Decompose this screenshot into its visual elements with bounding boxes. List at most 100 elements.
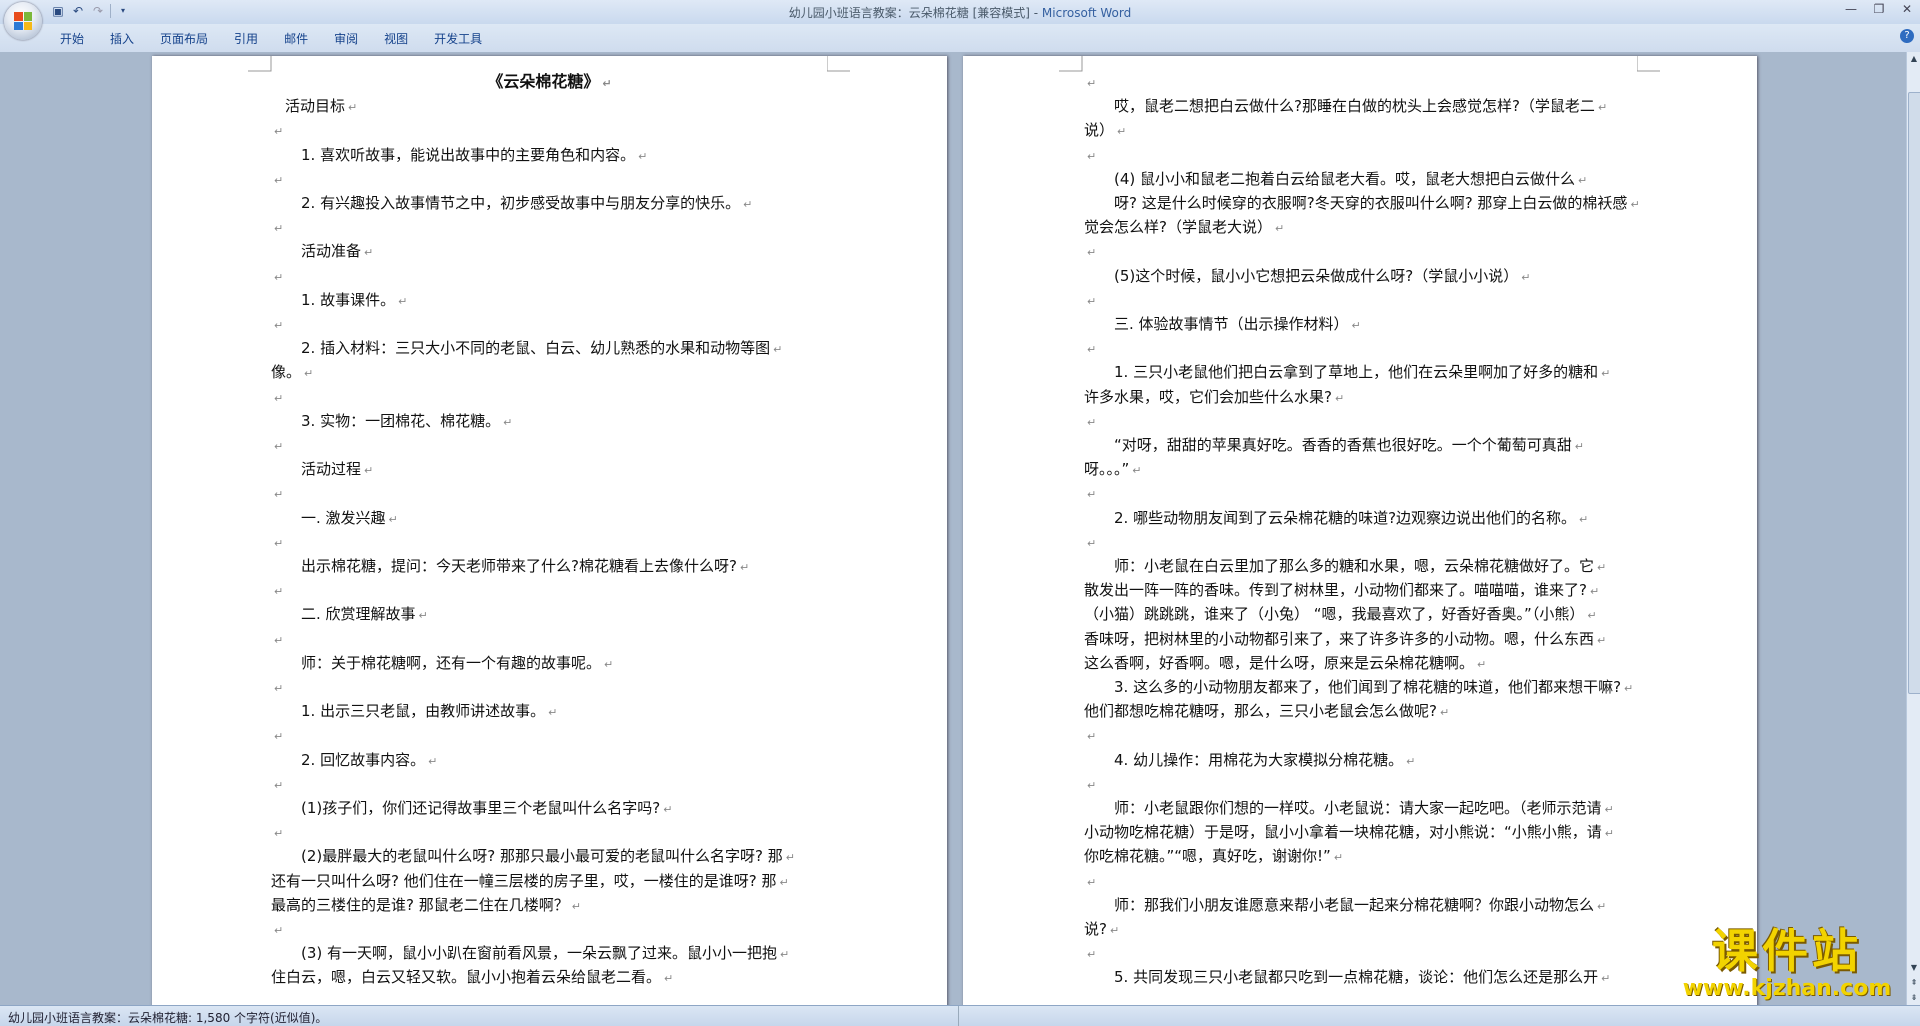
- office-logo-icon: [14, 12, 32, 30]
- paragraph-mark-icon: ↵: [274, 633, 284, 647]
- paragraph-mark-icon: ↵: [274, 585, 284, 599]
- paragraph-mark-icon: ↵: [1589, 585, 1600, 599]
- paragraph-mark-icon: ↵: [274, 319, 284, 332]
- paragraph-mark-icon: ↵: [1406, 754, 1416, 768]
- document-line: ↵: [271, 723, 947, 749]
- document-line: 《云朵棉花糖》 ↵: [487, 72, 612, 91]
- paragraph-mark-icon: ↵: [780, 948, 790, 962]
- document-line: (2)最胖最大的老鼠叫什么呀? 那那只最小最可爱的老鼠叫什么名字呀? 那 ↵: [301, 847, 795, 866]
- document-line: 2. 有兴趣投入故事情节之中，初步感受故事中与朋友分享的快乐。 ↵: [301, 194, 753, 212]
- document-line: (5)这个时候，鼠小小它想把云朵做成什么呀?（学鼠小小说） ↵: [1114, 266, 1531, 285]
- tab-page-layout[interactable]: 页面布局: [160, 30, 224, 47]
- document-line: ↵: [271, 675, 947, 701]
- scroll-down-icon[interactable]: ▼: [1907, 961, 1920, 975]
- paragraph-mark-icon: ↵: [1087, 246, 1097, 260]
- scroll-up-icon[interactable]: ▲: [1907, 52, 1920, 66]
- paragraph-mark-icon: ↵: [1597, 633, 1607, 647]
- document-line: ↵: [271, 385, 947, 411]
- paragraph-mark-icon: ↵: [1477, 657, 1487, 671]
- document-line: ↵: [271, 215, 947, 241]
- paragraph-mark-icon: ↵: [602, 77, 612, 90]
- tab-home[interactable]: 开始: [60, 30, 100, 47]
- paragraph-mark-icon: ↵: [1109, 924, 1120, 937]
- document-line: ↵: [271, 118, 947, 144]
- document-line: 3. 实物：一团棉花、棉花糖。 ↵: [301, 411, 513, 430]
- document-line: 师：那我们小朋友谁愿意来帮小老鼠一起来分棉花糖啊？你跟小动物怎么 ↵: [1114, 895, 1607, 914]
- document-line: 这么香啊，好香啊。嗯，是什么呀，原来是云朵棉花糖啊。 ↵: [1084, 653, 1487, 672]
- scroll-thumb[interactable]: [1908, 92, 1920, 694]
- document-line: （小猫）跳跳跳，谁来了（小兔） “嗯，我最喜欢了，好香好香奥。”（小熊） ↵: [1084, 605, 1597, 624]
- document-line: ↵: [271, 917, 947, 943]
- document-line: 香味呀，把树林里的小动物都引来了，来了许多许多的小动物。嗯，什么东西 ↵: [1084, 629, 1607, 648]
- document-line: 5. 共同发现三只小老鼠都只吃到一点棉花糖，谈论：他们怎么还是那么开 ↵: [1114, 968, 1611, 987]
- document-line: ↵: [271, 312, 947, 338]
- document-line: 二. 欣赏理解故事 ↵: [301, 605, 428, 624]
- window-controls: — ❐ ✕: [1844, 2, 1914, 16]
- tab-mailings[interactable]: 邮件: [284, 30, 324, 47]
- document-line: ↵: [1084, 530, 1757, 556]
- paragraph-mark-icon: ↵: [398, 294, 408, 308]
- paragraph-mark-icon: ↵: [364, 464, 374, 478]
- document-line: 3. 这么多的小动物朋友都来了，他们闻到了棉花糖的味道，他们都来想干嘛? ↵: [1114, 678, 1634, 696]
- document-line: 觉会怎么样?（学鼠老大说） ↵: [1084, 218, 1285, 237]
- document-line: 一. 激发兴趣 ↵: [301, 508, 398, 527]
- paragraph-mark-icon: ↵: [604, 657, 614, 671]
- minimize-icon[interactable]: —: [1844, 2, 1858, 16]
- document-line: ↵: [1084, 941, 1757, 967]
- document-page-left[interactable]: 《云朵棉花糖》 ↵ 活动目标 ↵ ↵ 1. 喜欢听故事，能说出故事中的主要角色和内容。 ↵ ↵…: [152, 56, 947, 1005]
- next-page-icon[interactable]: ⇟: [1907, 991, 1920, 1005]
- paragraph-mark-icon: ↵: [1574, 440, 1584, 453]
- paragraph-mark-icon: ↵: [743, 198, 753, 211]
- paragraph-mark-icon: ↵: [1601, 367, 1611, 381]
- paragraph-mark-icon: ↵: [274, 730, 284, 744]
- tab-insert[interactable]: 插入: [110, 30, 150, 47]
- document-line: ↵: [1084, 288, 1757, 314]
- document-line: 活动目标 ↵: [285, 97, 358, 116]
- window-title: 幼儿园小班语言教案：云朵棉花糖 [兼容模式] - Microsoft Word: [0, 4, 1920, 21]
- document-line: 他们都想吃棉花糖呀，那么，三只小老鼠会怎么做呢? ↵: [1084, 702, 1450, 721]
- restore-icon[interactable]: ❐: [1872, 2, 1886, 16]
- vertical-scrollbar[interactable]: ▲ ▼ ⇞ ⇟: [1906, 52, 1920, 1005]
- office-button[interactable]: [4, 2, 42, 40]
- tab-developer[interactable]: 开发工具: [434, 30, 498, 47]
- document-area: 《云朵棉花糖》 ↵ 活动目标 ↵ ↵ 1. 喜欢听故事，能说出故事中的主要角色和内容。 ↵ ↵…: [0, 52, 1906, 1005]
- paragraph-mark-icon: ↵: [1087, 149, 1097, 163]
- close-icon[interactable]: ✕: [1900, 2, 1914, 16]
- paragraph-mark-icon: ↵: [1597, 561, 1607, 574]
- help-icon[interactable]: ?: [1900, 29, 1914, 43]
- document-line: 活动准备 ↵: [301, 242, 374, 261]
- document-page-right[interactable]: ↵ 哎，鼠老二想把白云做什么?那睡在白做的枕头上会感觉怎样?（学鼠老二 ↵ 说） ↵ ↵(…: [963, 56, 1757, 1005]
- document-line: ↵: [271, 481, 947, 507]
- tab-references[interactable]: 引用: [234, 30, 274, 47]
- tab-review[interactable]: 审阅: [334, 30, 374, 47]
- paragraph-mark-icon: ↵: [1087, 778, 1097, 792]
- paragraph-mark-icon: ↵: [274, 488, 284, 502]
- paragraph-mark-icon: ↵: [274, 222, 284, 236]
- paragraph-mark-icon: ↵: [571, 899, 581, 913]
- previous-page-icon[interactable]: ⇞: [1907, 976, 1920, 990]
- paragraph-mark-icon: ↵: [663, 803, 673, 816]
- document-line: ↵: [271, 578, 947, 604]
- watermark-logo: 课件站 www.kjzhan.com: [1672, 925, 1902, 1005]
- document-line: 师：小老鼠在白云里加了那么多的糖和水果，嗯，云朵棉花糖做好了。它 ↵: [1114, 557, 1607, 575]
- document-line: ↵: [271, 627, 947, 653]
- document-line: 最高的三楼住的是谁? 那鼠老二住在几楼啊？ ↵: [271, 895, 581, 914]
- document-line: ↵: [271, 530, 947, 556]
- paragraph-mark-icon: ↵: [1087, 536, 1097, 550]
- paragraph-mark-icon: ↵: [1333, 851, 1344, 865]
- tab-view[interactable]: 视图: [384, 30, 424, 47]
- document-line: 哎，鼠老二想把白云做什么?那睡在白做的枕头上会感觉怎样?（学鼠老二 ↵: [1114, 97, 1608, 116]
- paragraph-mark-icon: ↵: [1601, 972, 1611, 986]
- document-line: 还有一只叫什么呀? 他们住在一幢三层楼的房子里，哎，一楼住的是谁呀? 那 ↵: [271, 871, 789, 890]
- document-line: ↵: [271, 772, 947, 798]
- status-word-count[interactable]: 幼儿园小班语言教案：云朵棉花糖: 1,580 个字符(近似值)。: [8, 1009, 327, 1026]
- document-line: 1. 出示三只老鼠，由教师讲述故事。 ↵: [301, 702, 558, 721]
- paragraph-mark-icon: ↵: [348, 101, 358, 115]
- paragraph-mark-icon: ↵: [1579, 512, 1589, 526]
- paragraph-mark-icon: ↵: [785, 851, 795, 865]
- document-line: 小动物吃棉花糖）于是呀，鼠小小拿着一块棉花糖，对小熊说：“小熊小熊，请 ↵: [1084, 823, 1614, 842]
- document-line: 散发出一阵一阵的香味。传到了树林里，小动物们都来了。喵喵喵，谁来了? ↵: [1084, 581, 1600, 600]
- document-line: 2. 回忆故事内容。 ↵: [301, 750, 438, 769]
- document-line: ↵: [1084, 723, 1757, 749]
- document-line: ↵: [1084, 239, 1757, 265]
